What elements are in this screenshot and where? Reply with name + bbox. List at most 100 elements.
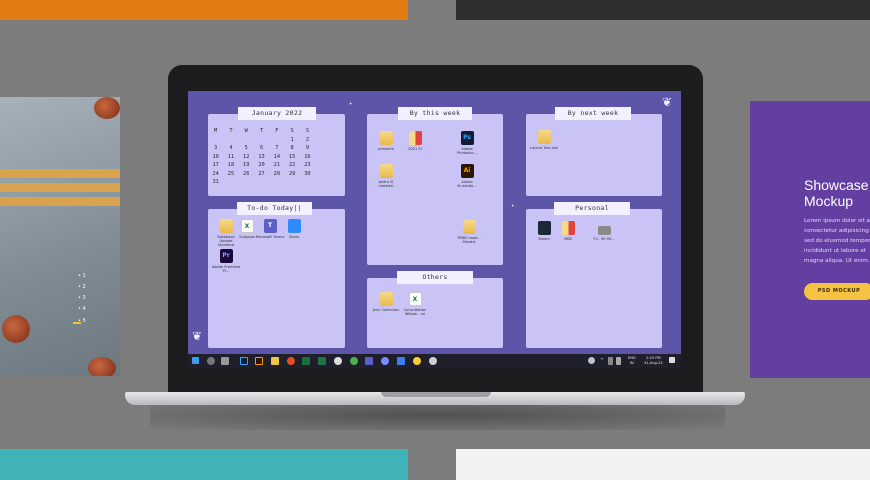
calendar-day[interactable]: 10 bbox=[208, 154, 223, 163]
todo-panel: Database Update Standard X Sunpose T Micro… bbox=[208, 209, 345, 348]
excel-icon: X bbox=[408, 292, 422, 306]
calendar-day[interactable]: 1 bbox=[284, 137, 299, 146]
calendar-day[interactable]: 14 bbox=[269, 154, 284, 163]
laptop-notch bbox=[381, 392, 491, 397]
desktop-icon[interactable]: Zoom bbox=[279, 219, 309, 239]
folder-icon bbox=[379, 131, 393, 145]
calendar-day[interactable]: 20 bbox=[254, 162, 269, 171]
next-week-panel: Lalena Tres alai bbox=[526, 114, 662, 196]
desktop-icon[interactable]: F.C. 90 90... bbox=[589, 221, 619, 241]
calendar-day[interactable]: 23 bbox=[300, 162, 315, 171]
calendar-day[interactable]: 28 bbox=[269, 171, 284, 180]
calendar-day[interactable]: 7 bbox=[269, 145, 284, 154]
calendar-day[interactable]: 13 bbox=[254, 154, 269, 163]
weather-icon[interactable] bbox=[588, 357, 595, 364]
calendar-day[interactable]: 6 bbox=[254, 145, 269, 154]
slide-nav-item[interactable]: • 1 bbox=[78, 273, 86, 279]
calendar-day[interactable]: 24 bbox=[208, 171, 223, 180]
calendar-day[interactable]: 19 bbox=[239, 162, 254, 171]
task-view-icon[interactable] bbox=[221, 357, 229, 365]
desktop-icon[interactable]: Pr Adobe Premiere Pr... bbox=[211, 249, 241, 273]
calendar-day[interactable]: 12 bbox=[239, 154, 254, 163]
calendar-day[interactable]: 5 bbox=[239, 145, 254, 154]
calendar-day[interactable]: 3 bbox=[208, 145, 223, 154]
teams-taskbar-icon[interactable] bbox=[365, 357, 373, 365]
desktop-icon[interactable]: pedro IS material bbox=[371, 164, 401, 188]
calendar-day[interactable]: 8 bbox=[284, 145, 299, 154]
teams-icon: T bbox=[263, 219, 277, 233]
calendar-day bbox=[269, 179, 284, 188]
active-nav-indicator bbox=[73, 322, 81, 324]
calendar-day[interactable]: 22 bbox=[284, 162, 299, 171]
chevron-up-icon[interactable]: ^ bbox=[600, 357, 608, 365]
next-week-title: By next week bbox=[555, 107, 631, 120]
calendar-week: 24 25 26 27 28 29 30 bbox=[208, 171, 330, 180]
desktop-screen: ❦ ❦ ✦ ✦ M T W T F S S 1 2 3 4 5 6 7 8 9 10 11 12 13 1… bbox=[188, 91, 681, 368]
language-indicator[interactable]: ENG IN bbox=[628, 356, 636, 365]
desktop-icon[interactable]: X Consultation Wkbok - ml bbox=[400, 292, 430, 316]
volume-icon[interactable] bbox=[616, 357, 621, 365]
photoshop-taskbar-icon[interactable] bbox=[240, 357, 248, 365]
calendar-day[interactable]: 21 bbox=[269, 162, 284, 171]
network-icon[interactable] bbox=[608, 357, 613, 365]
calendar-day[interactable]: 16 bbox=[300, 154, 315, 163]
app-icon[interactable] bbox=[318, 357, 326, 365]
slide-nav-item[interactable]: • 3 bbox=[78, 295, 86, 301]
calendar-day[interactable]: 2 bbox=[300, 137, 315, 146]
taskbar: ^ ENG IN 2:25 PM 31-Aug-22 bbox=[188, 354, 681, 368]
desktop-icon[interactable]: Ps Adobe Photosho... bbox=[452, 131, 482, 155]
weekday: T bbox=[259, 128, 264, 134]
desktop-icon[interactable]: 2021 EI bbox=[400, 131, 430, 151]
illustrator-taskbar-icon[interactable] bbox=[255, 357, 263, 365]
icon-label: Adobe Premiere Pr... bbox=[211, 265, 241, 274]
search-icon[interactable] bbox=[207, 357, 215, 365]
app-icon[interactable] bbox=[397, 357, 405, 365]
slide-nav-item[interactable]: • 4 bbox=[78, 306, 86, 312]
calendar-day[interactable]: 25 bbox=[223, 171, 238, 180]
psd-mockup-button[interactable]: PSD MOCKUP bbox=[804, 283, 870, 300]
desktop-icon[interactable]: MBS bbox=[553, 221, 583, 241]
orange-card-edge bbox=[0, 0, 408, 20]
file-icon bbox=[408, 131, 422, 145]
calendar-day[interactable]: 18 bbox=[223, 162, 238, 171]
desktop-icon[interactable]: Ai Adobe Illustrato... bbox=[452, 164, 482, 188]
calendar-day bbox=[269, 137, 284, 146]
desktop-icon[interactable]: Jenn Collection bbox=[371, 292, 401, 312]
teal-card-edge bbox=[0, 449, 408, 480]
calendar-day bbox=[254, 179, 269, 188]
desktop-icon[interactable]: TMBS noad... Mandal bbox=[454, 220, 484, 244]
calendar-day[interactable]: 30 bbox=[300, 171, 315, 180]
settings-gear-icon[interactable] bbox=[429, 357, 437, 365]
calendar-week: 12 bbox=[208, 137, 330, 146]
desktop-icon[interactable]: presente bbox=[371, 131, 401, 151]
calendar-day[interactable]: 15 bbox=[284, 154, 299, 163]
calendar-day[interactable]: 17 bbox=[208, 162, 223, 171]
card-title: Showcase Mockup bbox=[804, 177, 869, 209]
calendar-day[interactable]: 26 bbox=[239, 171, 254, 180]
start-button-icon[interactable] bbox=[192, 357, 199, 364]
calendar-grid: M T W T F S S 1 2 3 4 5 6 7 8 9 10 11 12 13 14 15 16 17 1… bbox=[208, 128, 330, 188]
file-explorer-icon[interactable] bbox=[271, 357, 279, 365]
calendar-day[interactable]: 29 bbox=[284, 171, 299, 180]
desktop-icon[interactable]: Lalena Tres alai bbox=[529, 130, 559, 150]
calendar-panel: M T W T F S S 1 2 3 4 5 6 7 8 9 10 11 12 13 14 15 16 17 1… bbox=[208, 114, 345, 196]
orange-stripe bbox=[0, 169, 120, 178]
calendar-day[interactable]: 27 bbox=[254, 171, 269, 180]
notification-icon[interactable] bbox=[669, 357, 675, 363]
icon-label: F.C. 90 90... bbox=[593, 237, 615, 241]
calendar-day[interactable]: 9 bbox=[300, 145, 315, 154]
app-icon[interactable] bbox=[287, 357, 295, 365]
excel-taskbar-icon[interactable] bbox=[302, 357, 310, 365]
slide-nav-item[interactable]: • 2 bbox=[78, 284, 86, 290]
calendar-day bbox=[239, 179, 254, 188]
app-icon[interactable] bbox=[334, 357, 342, 365]
discord-icon[interactable] bbox=[381, 357, 389, 365]
chrome-icon[interactable] bbox=[350, 357, 358, 365]
calendar-day[interactable]: 4 bbox=[223, 145, 238, 154]
clock[interactable]: 2:25 PM 31-Aug-22 bbox=[644, 356, 663, 365]
chrome-icon[interactable] bbox=[413, 357, 421, 365]
calendar-day[interactable]: 11 bbox=[223, 154, 238, 163]
this-week-panel: presente 2021 EI Ps Adobe Photosho... ped… bbox=[367, 114, 503, 265]
weekday: M bbox=[214, 128, 218, 134]
calendar-day[interactable]: 31 bbox=[208, 179, 223, 188]
